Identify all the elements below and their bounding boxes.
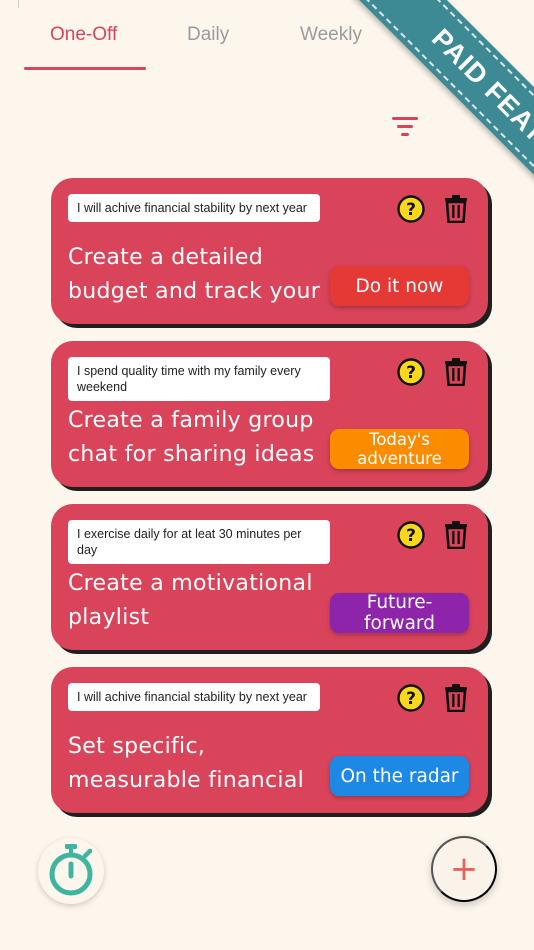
help-icon[interactable]: ? (397, 358, 425, 386)
trash-icon[interactable] (444, 684, 468, 712)
goal-label: I spend quality time with my family ever… (68, 357, 330, 401)
on-the-radar-button[interactable]: On the radar (330, 756, 469, 796)
tab-one-off[interactable]: One-Off (50, 24, 117, 46)
tab-bar: One-Off Daily Weekly (0, 0, 534, 72)
stopwatch-icon (49, 844, 93, 896)
svg-text:?: ? (406, 200, 416, 220)
task-title: Create a family group chat for sharing i… (68, 408, 315, 467)
timer-button[interactable] (38, 838, 104, 904)
svg-text:?: ? (406, 526, 416, 546)
goal-label: I will achive financial stability by nex… (68, 683, 320, 711)
task-card[interactable]: I will achive financial stability by nex… (51, 667, 488, 813)
task-title: Create a motivational playlist (68, 571, 313, 630)
add-task-button[interactable]: + (431, 836, 497, 902)
svg-text:?: ? (406, 689, 416, 709)
trash-icon[interactable] (444, 521, 468, 549)
task-card[interactable]: I exercise daily for at leat 30 minutes … (51, 504, 488, 650)
filter-icon[interactable] (390, 114, 420, 140)
todays-adventure-button[interactable]: Today's adventure (330, 429, 469, 469)
help-icon[interactable]: ? (397, 195, 425, 223)
goal-label: I exercise daily for at leat 30 minutes … (68, 520, 330, 564)
help-icon[interactable]: ? (397, 521, 425, 549)
goal-label: I will achive financial stability by nex… (68, 194, 320, 222)
tab-weekly[interactable]: Weekly (300, 24, 362, 46)
future-forward-button[interactable]: Future-forward (330, 592, 469, 634)
active-tab-indicator (24, 67, 146, 70)
svg-text:?: ? (406, 363, 416, 383)
trash-icon[interactable] (444, 195, 468, 223)
help-icon[interactable]: ? (397, 684, 425, 712)
do-it-now-button[interactable]: Do it now (330, 266, 469, 306)
task-title: Create a detailed budget and track your (68, 245, 321, 304)
tab-daily[interactable]: Daily (187, 24, 229, 46)
trash-icon[interactable] (444, 358, 468, 386)
task-card[interactable]: I spend quality time with my family ever… (51, 341, 488, 487)
task-card[interactable]: I will achive financial stability by nex… (51, 178, 488, 324)
task-title: Set specific, measurable financial (68, 734, 305, 793)
